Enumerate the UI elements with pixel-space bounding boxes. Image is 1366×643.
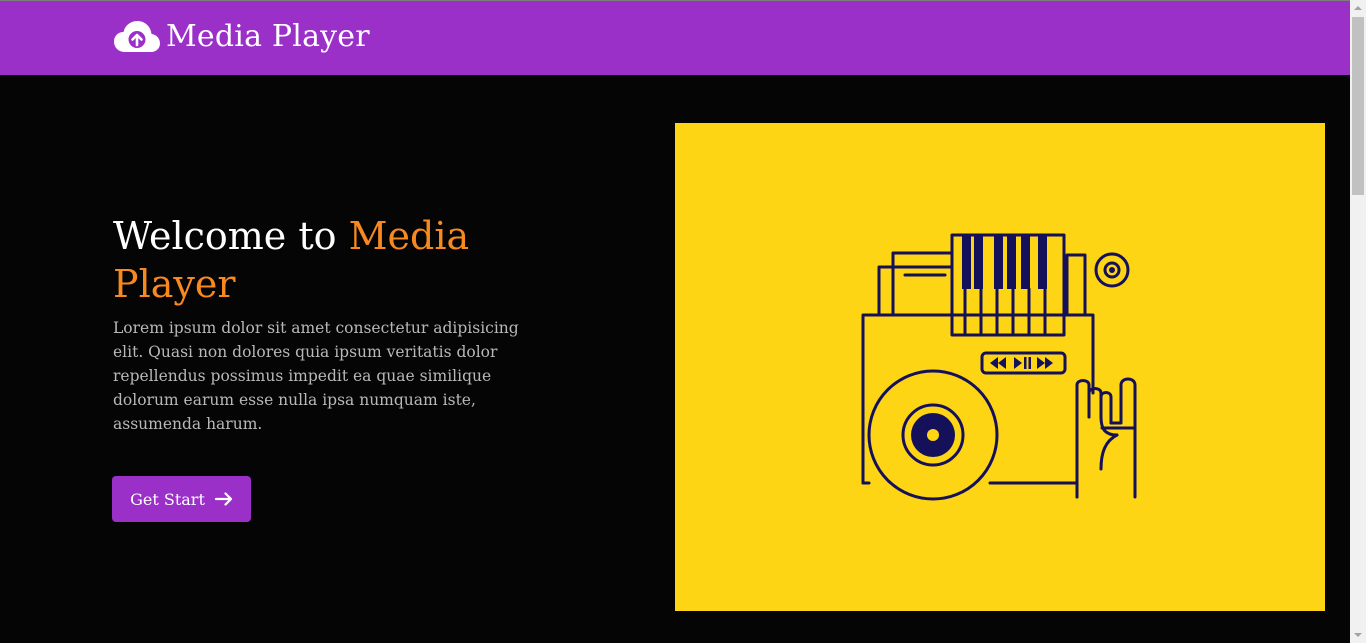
hero-title-prefix: Welcome to bbox=[113, 214, 349, 258]
navbar: Media Player bbox=[0, 0, 1350, 75]
scrollbar-thumb[interactable] bbox=[1352, 17, 1364, 195]
get-start-label: Get Start bbox=[130, 489, 205, 509]
hero-description: Lorem ipsum dolor sit amet consectetur a… bbox=[113, 319, 519, 433]
arrow-right-icon bbox=[214, 492, 232, 506]
music-player-illustration bbox=[861, 233, 1137, 501]
brand-link[interactable]: Media Player bbox=[114, 17, 370, 57]
hero-illustration bbox=[675, 123, 1325, 611]
scroll-up-icon[interactable] bbox=[1354, 6, 1362, 10]
cloud-upload-icon bbox=[114, 21, 160, 52]
get-start-button[interactable]: Get Start bbox=[112, 476, 251, 522]
page: Media Player Welcome to Media Player Lor… bbox=[0, 0, 1366, 643]
hero-title: Welcome to Media Player bbox=[113, 212, 573, 308]
brand-title: Media Player bbox=[166, 19, 370, 54]
scroll-down-icon[interactable] bbox=[1354, 633, 1362, 637]
